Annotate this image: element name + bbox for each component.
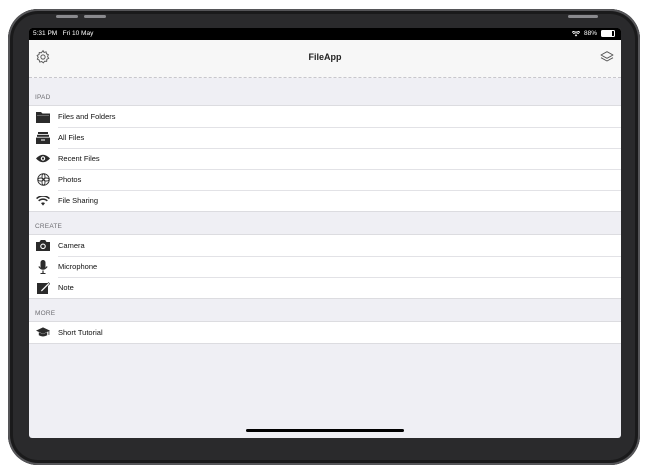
microphone-icon bbox=[36, 259, 50, 274]
wifi-status-icon bbox=[571, 30, 580, 36]
row-recent-files[interactable]: Recent Files bbox=[29, 148, 621, 169]
navigation-bar: FileApp bbox=[29, 40, 621, 78]
note-icon bbox=[36, 281, 50, 295]
row-label: Files and Folders bbox=[58, 112, 116, 121]
battery-icon bbox=[601, 30, 615, 37]
photos-icon bbox=[36, 173, 50, 187]
section-create: Camera Microphone Note bbox=[29, 234, 621, 299]
page-title: FileApp bbox=[308, 52, 342, 62]
graduation-cap-icon bbox=[36, 326, 50, 340]
row-label: All Files bbox=[58, 133, 85, 142]
status-time: 5:31 PM bbox=[33, 30, 58, 37]
volume-up-button bbox=[56, 15, 78, 18]
row-note[interactable]: Note bbox=[29, 277, 621, 298]
section-header-ipad: IPAD bbox=[35, 94, 51, 101]
row-files-and-folders[interactable]: Files and Folders bbox=[29, 106, 621, 127]
home-indicator[interactable] bbox=[246, 429, 404, 432]
section-ipad: Files and Folders All Files Recent Files… bbox=[29, 105, 621, 212]
power-button bbox=[568, 15, 598, 18]
wifi-icon bbox=[36, 194, 50, 208]
row-label: Camera bbox=[58, 241, 85, 250]
volume-down-button bbox=[84, 15, 106, 18]
row-label: Recent Files bbox=[58, 154, 100, 163]
battery-percent: 88% bbox=[583, 30, 597, 37]
row-file-sharing[interactable]: File Sharing bbox=[29, 190, 621, 211]
section-header-more: MORE bbox=[35, 310, 56, 317]
eye-icon bbox=[36, 152, 50, 166]
status-time-date: 5:31 PM Fri 10 May bbox=[33, 30, 93, 37]
status-bar: 5:31 PM Fri 10 May 88% bbox=[29, 28, 621, 40]
camera-icon bbox=[36, 239, 50, 253]
row-label: Short Tutorial bbox=[58, 328, 103, 337]
layers-icon[interactable] bbox=[599, 49, 615, 65]
section-more: Short Tutorial bbox=[29, 321, 621, 344]
row-short-tutorial[interactable]: Short Tutorial bbox=[29, 322, 621, 343]
row-label: Note bbox=[58, 283, 74, 292]
row-photos[interactable]: Photos bbox=[29, 169, 621, 190]
status-date: Fri 10 May bbox=[62, 30, 94, 37]
status-right: 88% bbox=[571, 30, 615, 37]
row-label: Photos bbox=[58, 175, 82, 184]
row-all-files[interactable]: All Files bbox=[29, 127, 621, 148]
section-header-create: CREATE bbox=[35, 223, 63, 230]
row-label: File Sharing bbox=[58, 196, 99, 205]
screen: 5:31 PM Fri 10 May 88% FileApp IPAD File… bbox=[29, 28, 621, 438]
folder-icon bbox=[36, 110, 50, 124]
row-microphone[interactable]: Microphone bbox=[29, 256, 621, 277]
row-camera[interactable]: Camera bbox=[29, 235, 621, 256]
row-label: Microphone bbox=[58, 262, 98, 271]
files-stack-icon bbox=[36, 131, 50, 145]
